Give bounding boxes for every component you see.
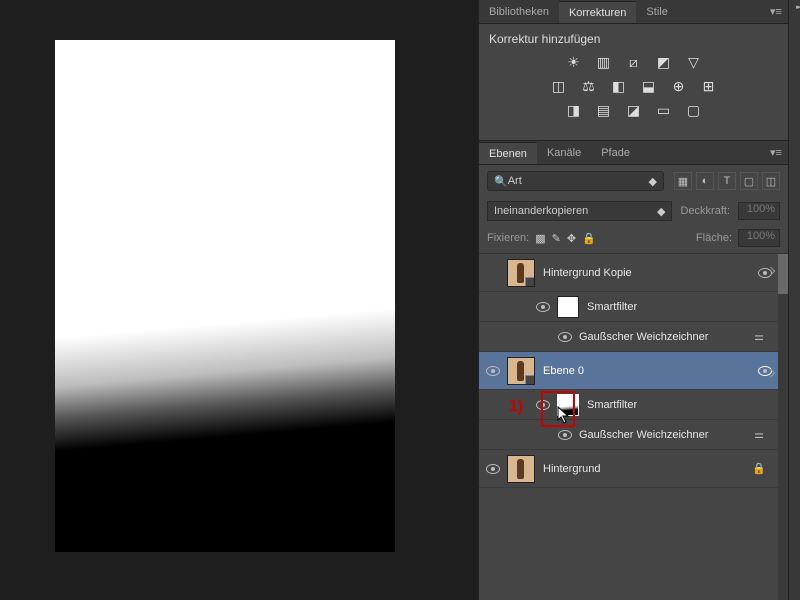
channel-mixer-icon[interactable]: ⊕ <box>669 78 689 94</box>
layer-thumbnail[interactable] <box>507 357 535 385</box>
visibility-toggle[interactable] <box>479 366 507 376</box>
document-canvas[interactable] <box>55 40 395 552</box>
filter-mask-thumbnail[interactable] <box>557 296 579 318</box>
annotation-number: 1) <box>509 398 523 416</box>
fill-label: Fläche: <box>696 232 732 244</box>
adjustments-row-1: ☀ ▥ ⧄ ◩ ▽ <box>489 54 778 70</box>
layer-row[interactable]: Hintergrund Kopie <box>479 254 778 292</box>
invert-icon[interactable]: ◨ <box>564 102 584 118</box>
lock-transparency-icon[interactable]: ▩ <box>535 232 545 245</box>
cursor-icon <box>557 406 571 424</box>
adjustments-title: Korrektur hinzufügen <box>489 32 778 46</box>
tab-kanaele[interactable]: Kanäle <box>537 142 591 163</box>
right-panels: Bibliotheken Korrekturen Stile ▾≡ Korrek… <box>478 0 788 600</box>
scrollbar[interactable] <box>778 254 788 600</box>
posterize-icon[interactable]: ▤ <box>594 102 614 118</box>
layer-row[interactable]: Gaußscher Weichzeichner ⚌ <box>479 322 778 352</box>
filter-adjust-icon[interactable]: ◐ <box>696 172 714 190</box>
layer-row[interactable]: Gaußscher Weichzeichner ⚌ <box>479 420 778 450</box>
color-lookup-icon[interactable]: ⊞ <box>699 78 719 94</box>
filter-shape-icon[interactable]: ▢ <box>740 172 758 190</box>
filter-visibility-toggle[interactable] <box>551 332 579 342</box>
layer-search[interactable]: 🔍 Art◆ <box>487 171 664 191</box>
adjustments-row-3: ◨ ▤ ◪ ▭ ▢ <box>489 102 778 118</box>
layers-filter-row: 🔍 Art◆ ▦ ◐ T ▢ ◫ <box>479 165 788 197</box>
selective-color-icon[interactable]: ▢ <box>684 102 704 118</box>
filter-settings-icon[interactable]: ⚌ <box>746 428 772 441</box>
search-placeholder: Art <box>508 175 522 187</box>
filter-pixel-icon[interactable]: ▦ <box>674 172 692 190</box>
levels-icon[interactable]: ▥ <box>594 54 614 70</box>
layer-row[interactable]: Hintergrund 🔒 <box>479 450 778 488</box>
threshold-icon[interactable]: ◪ <box>624 102 644 118</box>
layer-row[interactable]: Smartfilter <box>479 390 778 420</box>
adjustments-tabs: Bibliotheken Korrekturen Stile ▾≡ <box>479 0 788 24</box>
layers-tabs: Ebenen Kanäle Pfade ▾≡ <box>479 141 788 165</box>
hue-icon[interactable]: ◫ <box>549 78 569 94</box>
layer-name[interactable]: Gaußscher Weichzeichner <box>579 429 746 441</box>
lock-icon: 🔒 <box>746 462 772 475</box>
filter-visibility-toggle[interactable] <box>529 302 557 312</box>
brightness-icon[interactable]: ☀ <box>564 54 584 70</box>
lock-move-icon[interactable]: ✥ <box>567 232 576 245</box>
lock-label: Fixieren: <box>487 232 529 244</box>
tab-bibliotheken[interactable]: Bibliotheken <box>479 1 559 22</box>
collapsed-panel-edge[interactable] <box>788 0 800 600</box>
vibrance-icon[interactable]: ▽ <box>684 54 704 70</box>
filter-visibility-toggle[interactable] <box>551 430 579 440</box>
bw-icon[interactable]: ◧ <box>609 78 629 94</box>
balance-icon[interactable]: ⚖ <box>579 78 599 94</box>
fill-input[interactable]: 100% <box>738 229 780 247</box>
adjustments-row-2: ◫ ⚖ ◧ ⬓ ⊕ ⊞ <box>489 78 778 94</box>
layer-name[interactable]: Gaußscher Weichzeichner <box>579 331 746 343</box>
layer-name[interactable]: Smartfilter <box>587 399 772 411</box>
tab-korrekturen[interactable]: Korrekturen <box>559 1 636 23</box>
lock-row: Fixieren: ▩ ✎ ✥ 🔒 Fläche: 100% <box>479 225 788 254</box>
lock-all-icon[interactable]: 🔒 <box>582 232 596 245</box>
layer-row[interactable]: Ebene 0 <box>479 352 778 390</box>
layers-panel-menu-icon[interactable]: ▾≡ <box>770 146 788 159</box>
layer-row[interactable]: Smartfilter <box>479 292 778 322</box>
layer-name[interactable]: Smartfilter <box>587 301 772 313</box>
visibility-toggle[interactable] <box>479 464 507 474</box>
tab-stile[interactable]: Stile <box>636 1 677 22</box>
blend-mode-select[interactable]: Ineinanderkopieren◆ <box>487 201 672 221</box>
opacity-input[interactable]: 100% <box>738 202 780 220</box>
filter-settings-icon[interactable]: ⚌ <box>746 330 772 343</box>
filter-type-icon[interactable]: T <box>718 172 736 190</box>
layer-name[interactable]: Ebene 0 <box>543 365 758 377</box>
panel-menu-icon[interactable]: ▾≡ <box>770 5 788 18</box>
canvas-area <box>0 0 478 600</box>
tab-pfade[interactable]: Pfade <box>591 142 640 163</box>
layer-name[interactable]: Hintergrund <box>543 463 746 475</box>
filter-visibility-toggle[interactable] <box>529 400 557 410</box>
tab-ebenen[interactable]: Ebenen <box>479 142 537 164</box>
filter-smart-icon[interactable]: ◫ <box>762 172 780 190</box>
opacity-label: Deckkraft: <box>680 205 730 217</box>
adjustments-body: Korrektur hinzufügen ☀ ▥ ⧄ ◩ ▽ ◫ ⚖ ◧ ⬓ ⊕… <box>479 24 788 141</box>
gradient-map-icon[interactable]: ▭ <box>654 102 674 118</box>
lock-paint-icon[interactable]: ✎ <box>552 232 561 245</box>
layers-list: Hintergrund Kopie Smartfilter Gaußscher … <box>479 254 778 600</box>
layer-thumbnail[interactable] <box>507 455 535 483</box>
layer-name[interactable]: Hintergrund Kopie <box>543 267 758 279</box>
photo-filter-icon[interactable]: ⬓ <box>639 78 659 94</box>
layer-thumbnail[interactable] <box>507 259 535 287</box>
blend-row: Ineinanderkopieren◆ Deckkraft: 100% <box>479 197 788 225</box>
exposure-icon[interactable]: ◩ <box>654 54 674 70</box>
curves-icon[interactable]: ⧄ <box>624 54 644 70</box>
